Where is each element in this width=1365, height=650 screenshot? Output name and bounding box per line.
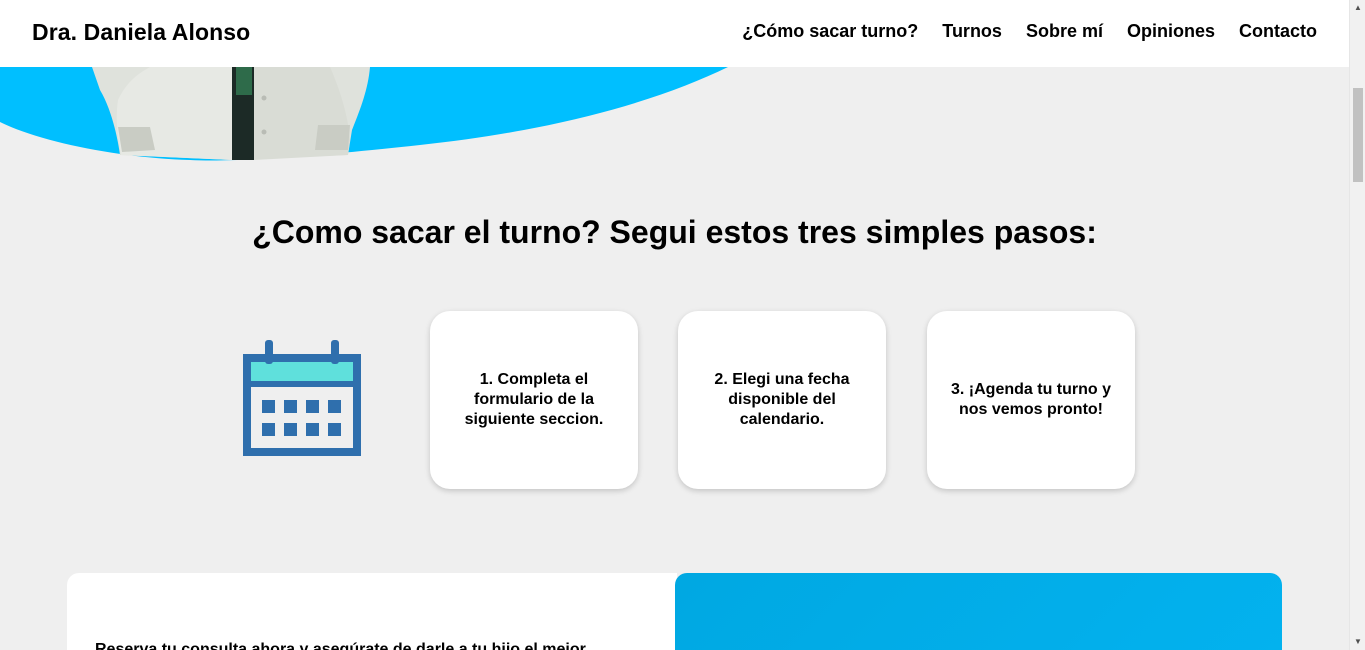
step-card-2: 2. Elegi una fecha disponible del calend… [678,311,886,489]
site-header: Dra. Daniela Alonso ¿Cómo sacar turno? T… [0,0,1349,67]
step-3-text: 3. ¡Agenda tu turno y nos vemos pronto! [951,381,1111,418]
step-1-text: 1. Completa el formulario de la siguient… [464,371,604,428]
doctor-photo [92,67,370,160]
brand-name[interactable]: Dra. Daniela Alonso [32,19,250,46]
booking-form-panel [675,573,1282,650]
main-nav: ¿Cómo sacar turno? Turnos Sobre mí Opini… [742,21,1317,42]
nav-contacto[interactable]: Contacto [1239,21,1317,42]
step-card-1: 1. Completa el formulario de la siguient… [430,311,638,489]
booking-info-panel: Reserva tu consulta ahora y asegúrate de… [67,573,677,650]
nav-turnos[interactable]: Turnos [942,21,1002,42]
step-card-3: 3. ¡Agenda tu turno y nos vemos pronto! [927,311,1135,489]
scroll-down-arrow-icon[interactable]: ▼ [1350,634,1365,650]
page-scrollbar[interactable]: ▲ ▼ [1349,0,1365,650]
nav-opiniones[interactable]: Opiniones [1127,21,1215,42]
steps-section-title: ¿Como sacar el turno? Segui estos tres s… [252,214,1097,250]
scrollbar-thumb[interactable] [1353,88,1363,182]
step-2-text: 2. Elegi una fecha disponible del calend… [714,371,850,428]
calendar-icon [240,338,364,465]
nav-como-sacar-turno[interactable]: ¿Cómo sacar turno? [742,21,918,42]
scroll-up-arrow-icon[interactable]: ▲ [1350,0,1365,16]
nav-sobre-mi[interactable]: Sobre mí [1026,21,1103,42]
booking-text: Reserva tu consulta ahora y asegúrate de… [95,641,586,650]
